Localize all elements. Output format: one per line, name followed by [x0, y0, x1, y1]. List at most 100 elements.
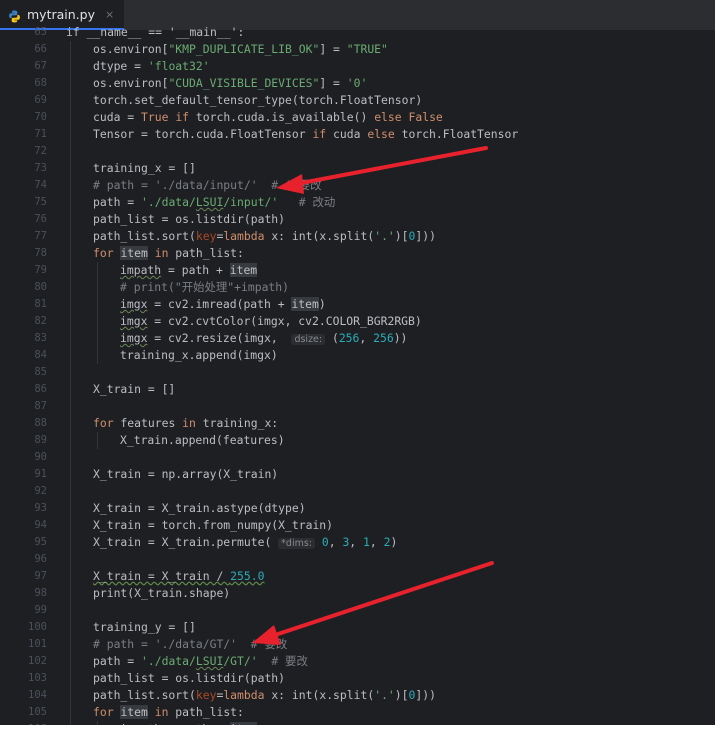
code-line[interactable]: 84 training_x.append(imgx): [0, 347, 715, 364]
code-line[interactable]: 88 for features in training_x:: [0, 415, 715, 432]
code-line[interactable]: 104 path_list.sort(key=lambda x: int(x.sp…: [0, 687, 715, 704]
code-line[interactable]: 65 if __name__ == '__main__':: [0, 24, 715, 41]
code-token: training_x = []: [93, 161, 196, 175]
indent-guide: [70, 160, 71, 177]
code-token: LSUI: [195, 654, 224, 668]
code-token: # path = './data/input/' # # 要改: [93, 178, 322, 192]
code-token: if __name__ == '__main__':: [66, 25, 245, 39]
code-token: X_train = np.array(X_train): [93, 467, 279, 481]
code-line[interactable]: 74 # path = './data/input/' # # 要改: [0, 177, 715, 194]
indent-guide: [70, 398, 71, 415]
code-line[interactable]: 73 training_x = []: [0, 160, 715, 177]
code-token: imgx: [120, 331, 148, 345]
code-text: # path = './data/GT/' # 要改: [93, 636, 287, 653]
code-line[interactable]: 71 Tensor = torch.cuda.FloatTensor if cud…: [0, 126, 715, 143]
code-line[interactable]: 102 path = './data/LSUI/GT/' # 要改: [0, 653, 715, 670]
code-line[interactable]: 98 print(X_train.shape): [0, 585, 715, 602]
code-line[interactable]: 92: [0, 483, 715, 500]
code-token: X_train = X_train /: [93, 569, 231, 583]
indent-guide: [70, 177, 71, 194]
code-token: ] =: [319, 42, 347, 56]
code-token: item: [120, 705, 148, 719]
code-text: imgx = cv2.resize(imgx, dsize: (256, 256…: [120, 330, 407, 348]
code-token: X_train = X_train.astype(dtype): [93, 501, 306, 515]
code-token: 256: [338, 331, 360, 345]
code-token: (X_train.shape): [127, 586, 231, 600]
code-line[interactable]: 72: [0, 143, 715, 160]
code-text: imgx = cv2.imread(path + item): [120, 296, 326, 313]
code-line[interactable]: 93 X_train = X_train.astype(dtype): [0, 500, 715, 517]
code-line[interactable]: 90: [0, 449, 715, 466]
code-text: path_list.sort(key=lambda x: int(x.split…: [93, 687, 436, 704]
code-line[interactable]: 80 # print("开始处理"+impath): [0, 279, 715, 296]
code-line[interactable]: 82 imgx = cv2.cvtColor(imgx, cv2.COLOR_BG…: [0, 313, 715, 330]
python-file-icon: [8, 8, 21, 22]
code-line[interactable]: 87: [0, 398, 715, 415]
code-line[interactable]: 66 os.environ["KMP_DUPLICATE_LIB_OK"] = "…: [0, 41, 715, 58]
code-line[interactable]: 105 for item in path_list:: [0, 704, 715, 721]
code-line[interactable]: 70 cuda = True if torch.cuda.is_available…: [0, 109, 715, 126]
code-line[interactable]: 103 path_list = os.listdir(path): [0, 670, 715, 687]
line-number: 87: [34, 400, 47, 412]
code-line[interactable]: 91 X_train = np.array(X_train): [0, 466, 715, 483]
indent-guide: [97, 347, 98, 364]
code-line[interactable]: 86 X_train = []: [0, 381, 715, 398]
indent-guide: [70, 126, 71, 143]
code-line[interactable]: 95 X_train = X_train.permute( *dims: 0, 3…: [0, 534, 715, 551]
code-token: features: [113, 416, 183, 430]
code-text: for features in training_x:: [93, 415, 278, 432]
line-number: 94: [34, 519, 47, 531]
line-number: 80: [34, 281, 47, 293]
code-line[interactable]: 101 # path = './data/GT/' # 要改: [0, 636, 715, 653]
line-number: 66: [34, 43, 47, 55]
code-line[interactable]: 96: [0, 551, 715, 568]
code-line[interactable]: 85: [0, 364, 715, 381]
code-token: Tensor = torch.cuda.FloatTensor: [93, 127, 313, 141]
line-number: 98: [34, 587, 47, 599]
code-line[interactable]: 67 dtype = 'float32': [0, 58, 715, 75]
code-line[interactable]: 81 imgx = cv2.imread(path + item): [0, 296, 715, 313]
code-line[interactable]: 97 X_train = X_train / 255.0: [0, 568, 715, 585]
code-token: True: [141, 110, 169, 124]
code-token: /GT/': [223, 654, 258, 668]
code-token: ])): [415, 688, 436, 702]
line-number: 76: [34, 213, 47, 225]
code-line[interactable]: 77 path_list.sort(key=lambda x: int(x.spl…: [0, 228, 715, 245]
code-line[interactable]: 79 impath = path + item: [0, 262, 715, 279]
code-line[interactable]: 78 for item in path_list:: [0, 245, 715, 262]
code-token: ,: [369, 535, 384, 549]
code-token: for: [93, 416, 114, 430]
code-line[interactable]: 68 os.environ["CUDA_VISIBLE_DEVICES"] = '…: [0, 75, 715, 92]
code-token: path_list:: [168, 705, 244, 719]
code-line[interactable]: 83 imgx = cv2.resize(imgx, dsize: (256, 2…: [0, 330, 715, 347]
line-number: 95: [34, 536, 47, 548]
code-token: ): [318, 297, 326, 311]
code-line[interactable]: 100 training_y = []: [0, 619, 715, 636]
indent-guide: [70, 330, 71, 347]
close-tab-icon[interactable]: ×: [105, 8, 114, 21]
code-token: print: [93, 586, 128, 600]
line-number: 86: [34, 383, 47, 395]
code-token: path_list.sort(: [93, 688, 196, 702]
code-editor[interactable]: mytrain.py × 65 if __name__ == '__main__'…: [0, 0, 715, 725]
code-token: '.': [374, 688, 395, 702]
code-line[interactable]: 94 X_train = torch.from_numpy(X_train): [0, 517, 715, 534]
code-text: X_train = X_train / 255.0: [93, 568, 264, 585]
code-line[interactable]: 89 X_train.append(features): [0, 432, 715, 449]
indent-guide: [70, 313, 71, 330]
code-line[interactable]: 69 torch.set_default_tensor_type(torch.Fl…: [0, 92, 715, 109]
code-token: x:: [264, 688, 292, 702]
indent-guide: [70, 211, 71, 228]
code-line[interactable]: 75 path = './data/LSUI/input/' # 改动: [0, 194, 715, 211]
code-token: os.environ[: [93, 42, 169, 56]
code-line[interactable]: 99: [0, 602, 715, 619]
line-number: 82: [34, 315, 47, 327]
line-number: 73: [34, 162, 47, 174]
code-token: 0: [321, 535, 329, 549]
code-text: X_train.append(features): [120, 432, 285, 449]
code-line[interactable]: 76 path_list = os.listdir(path): [0, 211, 715, 228]
code-token: torch.set_default_tensor_type(torch.Floa…: [93, 93, 423, 107]
code-text: path = './data/LSUI/GT/' # 要改: [93, 653, 308, 670]
